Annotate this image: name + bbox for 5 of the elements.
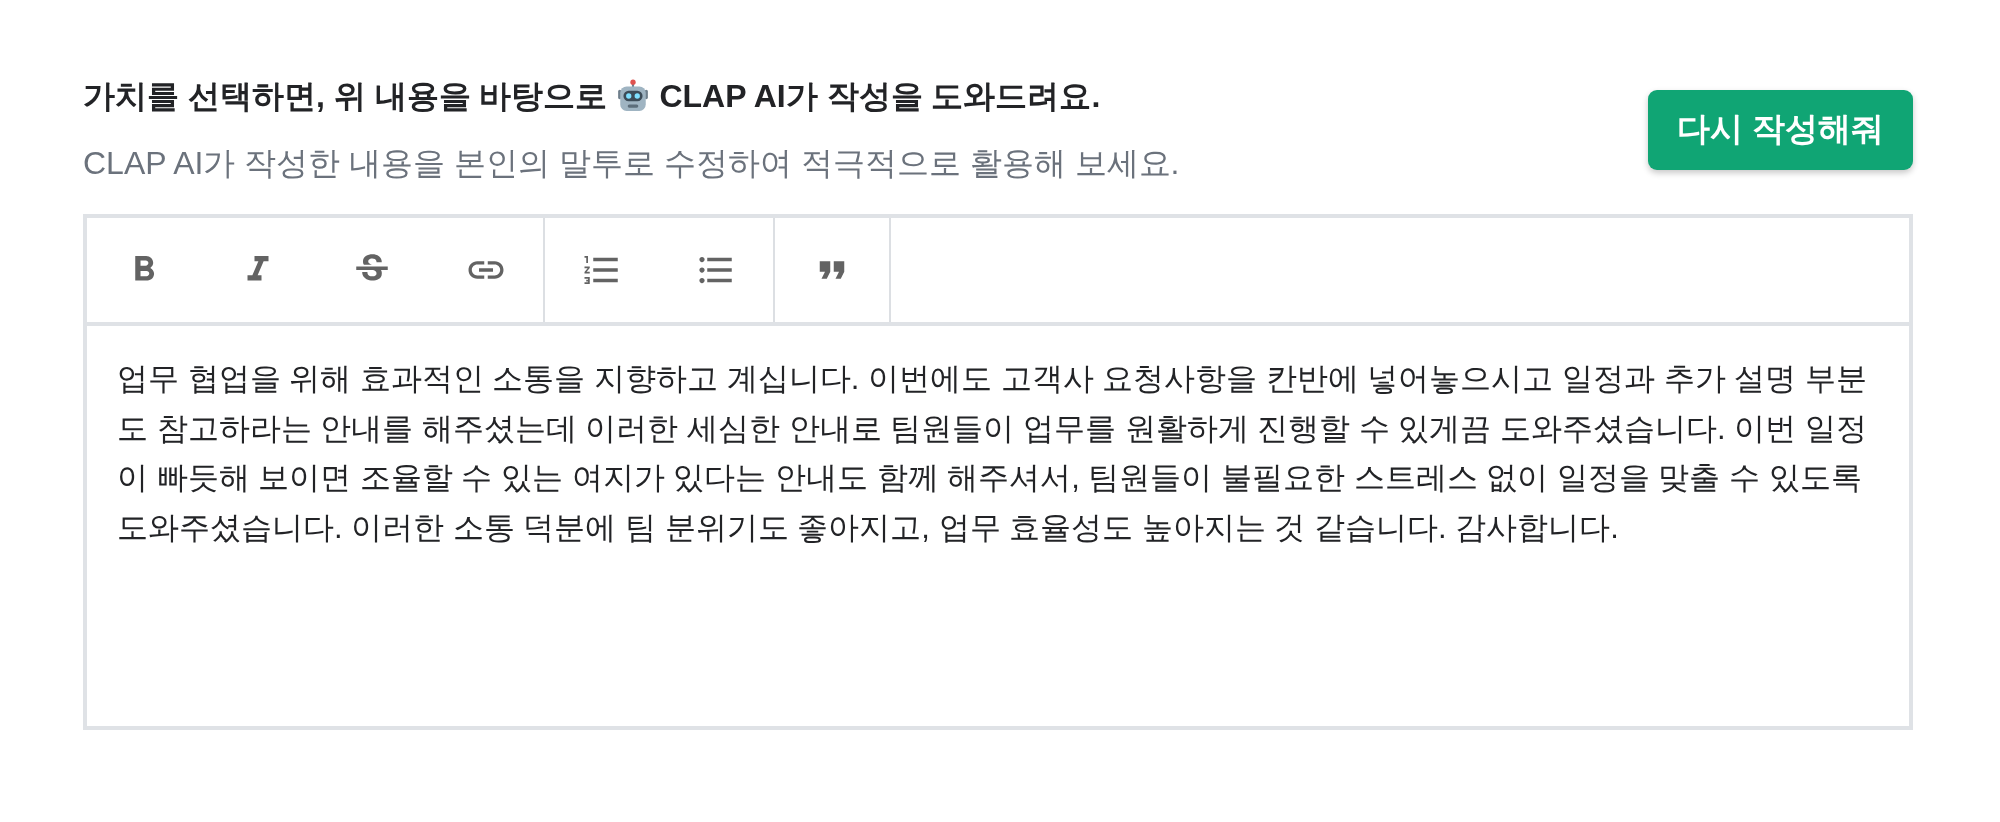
subheading-text: CLAP AI가 작성한 내용을 본인의 말투로 수정하여 적극적으로 활용해 보세요. [83, 144, 1180, 183]
editor-text-field[interactable]: 업무 협업을 위해 효과적인 소통을 지향하고 계십니다. 이번에도 고객사 요청사항을 칸반에 넣어놓으시고 일정과 추가 설명 부분도 참고하라는 안내를 해주셨는데 이러한 세심한 안내로 팀원들이 업무를 원활하게 진행할 수 있게끔 도와주셨습니다. 이번 일정이 빠듯해 보이면 조율할 수 있는 여지가 있다는 안내도 함께 해주셔서, 팀원들이 불필요한 스트레스 없이 일정을 맞출 수 있도록 도와주셨습니다. 이러한 소통 덕분에 팀 분위기도 좋아지고, 업무 효율성도 높아지는 것 같습니다. 감사합니다. [87, 326, 1909, 726]
robot-icon [616, 79, 651, 113]
heading-text: CLAP AI가 작성을 도와드려요. [659, 77, 1101, 116]
heading-text: 가치를 선택하면, 위 내용을 바탕으로 [83, 77, 608, 116]
